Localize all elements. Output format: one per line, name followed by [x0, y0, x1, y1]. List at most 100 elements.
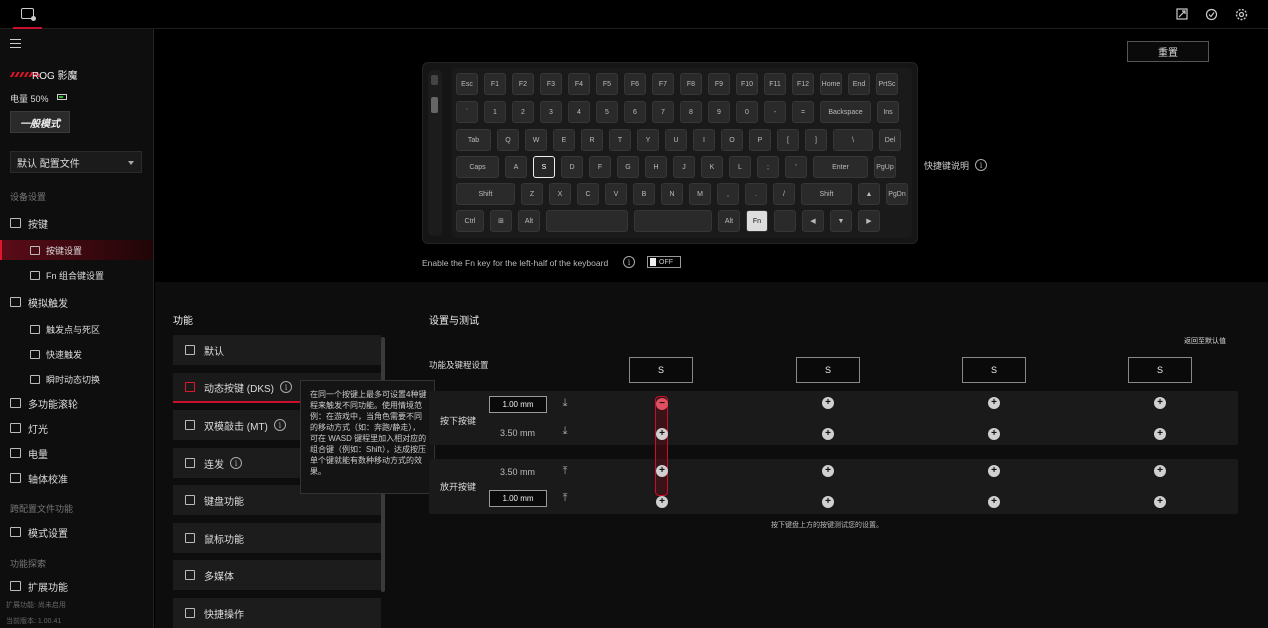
key[interactable]: 3 [540, 101, 562, 123]
key[interactable]: F [589, 156, 611, 178]
key[interactable]: W [525, 129, 547, 151]
key[interactable]: E [553, 129, 575, 151]
key[interactable]: Shift [801, 183, 852, 205]
key[interactable]: Enter [813, 156, 868, 178]
update-icon[interactable] [1204, 7, 1218, 21]
key[interactable] [774, 210, 796, 232]
key[interactable]: / [773, 183, 795, 205]
key[interactable]: C [577, 183, 599, 205]
key[interactable]: Del [879, 129, 901, 151]
key[interactable]: 6 [624, 101, 646, 123]
key[interactable]: . [745, 183, 767, 205]
key[interactable]: L [729, 156, 751, 178]
key[interactable]: F11 [764, 73, 786, 95]
key[interactable]: Shift [456, 183, 515, 205]
key[interactable]: A [505, 156, 527, 178]
key[interactable] [546, 210, 628, 232]
key[interactable]: - [764, 101, 786, 123]
sidebar-item-analog[interactable]: 模拟触发 [10, 293, 68, 311]
key[interactable]: M [689, 183, 711, 205]
function-slot-2[interactable]: S [796, 357, 860, 383]
key[interactable]: Z [521, 183, 543, 205]
mode-button[interactable]: 一般模式 [10, 111, 70, 133]
key[interactable]: Home [820, 73, 842, 95]
add-icon[interactable]: + [988, 465, 1000, 477]
sidebar-item-extensions[interactable]: 扩展功能 [10, 577, 68, 595]
key[interactable]: O [721, 129, 743, 151]
side-button[interactable] [431, 75, 438, 85]
sidebar-item-keys[interactable]: 按键 [10, 214, 48, 232]
add-icon[interactable]: + [988, 496, 1000, 508]
sidebar-item-rapid-trigger[interactable]: 快速触发 [30, 345, 82, 363]
add-icon[interactable]: + [656, 428, 668, 440]
key[interactable]: Alt [518, 210, 540, 232]
key[interactable]: F6 [624, 73, 646, 95]
key[interactable]: 7 [652, 101, 674, 123]
key[interactable]: End [848, 73, 870, 95]
function-slot-1[interactable]: S [629, 357, 693, 383]
info-icon[interactable]: i [975, 159, 987, 171]
key[interactable]: B [633, 183, 655, 205]
sidebar-item-lighting[interactable]: 灯光 [10, 419, 48, 437]
key[interactable]: ` [456, 101, 478, 123]
key[interactable]: Caps [456, 156, 499, 178]
add-icon[interactable]: + [822, 496, 834, 508]
key[interactable]: H [645, 156, 667, 178]
key[interactable]: Esc [456, 73, 478, 95]
key[interactable]: = [792, 101, 814, 123]
key[interactable]: Tab [456, 129, 491, 151]
key[interactable]: ] [805, 129, 827, 151]
function-item-media[interactable]: 多媒体 [173, 560, 381, 590]
key[interactable]: 4 [568, 101, 590, 123]
add-icon[interactable]: + [656, 465, 668, 477]
press-value-1[interactable]: 1.00 mm [489, 396, 547, 413]
key[interactable]: J [673, 156, 695, 178]
function-item-default[interactable]: 默认 [173, 335, 381, 365]
function-item-shortcut[interactable]: 快捷操作 [173, 598, 381, 628]
key[interactable]: PgDn [886, 183, 908, 205]
key[interactable]: 8 [680, 101, 702, 123]
key[interactable]: Ctrl [456, 210, 484, 232]
key[interactable] [634, 210, 712, 232]
key[interactable]: ◀ [802, 210, 824, 232]
key[interactable]: \ [833, 129, 873, 151]
key[interactable]: 2 [512, 101, 534, 123]
key[interactable]: Alt [718, 210, 740, 232]
key[interactable]: V [605, 183, 627, 205]
key[interactable]: ▼ [830, 210, 852, 232]
key-fn[interactable]: Fn [746, 210, 768, 232]
key[interactable]: ; [757, 156, 779, 178]
sidebar-item-trigger-deadzone[interactable]: 触发点与死区 [30, 320, 100, 338]
add-icon[interactable]: + [822, 465, 834, 477]
key[interactable]: F3 [540, 73, 562, 95]
add-icon[interactable]: + [822, 428, 834, 440]
info-icon[interactable]: i [623, 256, 635, 268]
sidebar-item-snap-switch[interactable]: 瞬时动态切换 [30, 370, 100, 388]
key[interactable]: 1 [484, 101, 506, 123]
add-icon[interactable]: + [822, 397, 834, 409]
device-tab[interactable] [13, 0, 42, 29]
key[interactable]: K [701, 156, 723, 178]
add-icon[interactable]: + [1154, 428, 1166, 440]
info-icon[interactable]: i [273, 419, 286, 431]
profile-select[interactable]: 默认 配置文件 [10, 151, 142, 173]
sidebar-item-mode-settings[interactable]: 模式设置 [10, 523, 68, 541]
release-value-2[interactable]: 1.00 mm [489, 490, 547, 507]
function-item-mouse[interactable]: 鼠标功能 [173, 523, 381, 553]
key-selected[interactable]: S [533, 156, 555, 178]
key[interactable]: F2 [512, 73, 534, 95]
function-slot-4[interactable]: S [1128, 357, 1192, 383]
key[interactable]: N [661, 183, 683, 205]
function-slot-3[interactable]: S [962, 357, 1026, 383]
key[interactable]: 0 [736, 101, 758, 123]
shortcut-icon[interactable] [1175, 7, 1189, 21]
key[interactable]: F8 [680, 73, 702, 95]
add-icon[interactable]: + [988, 428, 1000, 440]
dks-action-bar[interactable] [655, 396, 668, 496]
info-icon[interactable]: i [280, 381, 292, 393]
add-icon[interactable]: + [988, 397, 1000, 409]
key[interactable]: I [693, 129, 715, 151]
reset-button[interactable]: 重置 [1127, 41, 1209, 62]
fn-toggle-switch[interactable]: OFF [647, 256, 681, 268]
info-icon[interactable]: i [230, 457, 242, 469]
